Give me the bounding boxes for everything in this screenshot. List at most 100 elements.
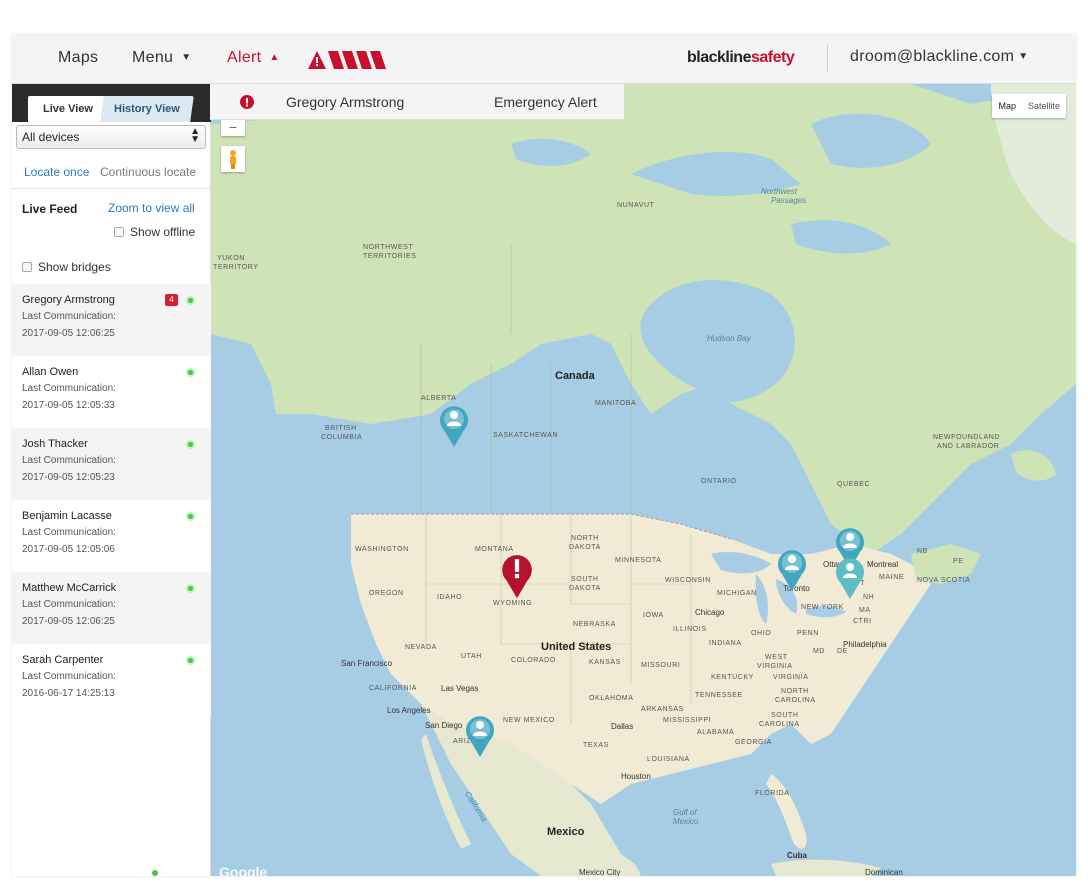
- tab-live-view[interactable]: Live View: [28, 96, 108, 122]
- map-label: CTRI: [853, 618, 872, 625]
- show-bridges-checkbox[interactable]: Show bridges: [22, 260, 111, 274]
- map-label: MANITOBA: [595, 400, 637, 407]
- feed-person-name: Sarah Carpenter: [22, 654, 104, 666]
- map-label: YUKON: [217, 255, 245, 262]
- feed-label: Last Communication:: [22, 311, 116, 322]
- map-label: VIRGINIA: [757, 663, 793, 670]
- feed-person-name: Allan Owen: [22, 366, 79, 378]
- nav-alert[interactable]: Alert ▲: [227, 49, 280, 67]
- feed-label: Last Communication:: [22, 671, 116, 682]
- map-label: CALIFORNIA: [369, 685, 418, 692]
- map-label: WISCONSIN: [665, 577, 711, 584]
- list-item[interactable]: Benjamin Lacasse Last Communication: 201…: [12, 500, 211, 572]
- feed-person-name: Gregory Armstrong: [22, 294, 115, 306]
- app-window: Maps Menu ▼ Alert ▲ blacklinesafety droom@…: [12, 34, 1076, 876]
- map-label: MA: [859, 607, 871, 614]
- status-online-icon: [152, 870, 158, 876]
- map-label: NEWFOUNDLAND: [933, 434, 1001, 441]
- map-label: NEVADA: [405, 644, 437, 651]
- list-item[interactable]: Gregory Armstrong Last Communication: 20…: [12, 284, 211, 356]
- device-select[interactable]: All devices ▲ ▼: [16, 125, 206, 149]
- person-marker-icon[interactable]: [463, 712, 497, 758]
- user-menu[interactable]: droom@blackline.com ▼: [850, 48, 1028, 66]
- zoom-to-view-all-link[interactable]: Zoom to view all: [108, 201, 195, 215]
- map-type-map-button[interactable]: Map: [992, 94, 1022, 118]
- map-label: INDIANA: [709, 640, 742, 647]
- feed-timestamp: 2017-09-05 12:06:25: [22, 616, 115, 627]
- map-label: VIRGINIA: [773, 674, 809, 681]
- map-label: SOUTH: [771, 712, 799, 719]
- map-label: ARKANSAS: [641, 706, 684, 713]
- show-offline-label: Show offline: [130, 225, 196, 239]
- status-online-icon: [186, 440, 195, 449]
- alert-dropdown[interactable]: Gregory Armstrong Emergency Alert: [210, 84, 624, 120]
- nav-maps[interactable]: Maps: [58, 49, 98, 67]
- map-label: TEXAS: [583, 742, 609, 749]
- map-label: ILLINOIS: [673, 626, 707, 633]
- person-marker-icon[interactable]: [775, 546, 809, 592]
- map-country-label: Mexico: [547, 826, 585, 838]
- status-online-icon: [186, 656, 195, 665]
- map-label: NEW YORK: [801, 604, 844, 611]
- feed-person-name: Matthew McCarrick: [22, 582, 117, 594]
- map-label: COLORADO: [511, 657, 556, 664]
- list-item[interactable]: Allan Owen Last Communication: 2017-09-0…: [12, 356, 211, 428]
- list-item[interactable]: Josh Thacker Last Communication: 2017-09…: [12, 428, 211, 500]
- divider: [12, 188, 211, 189]
- map-label: QUEBEC: [837, 481, 871, 488]
- map-label: SASKATCHEWAN: [493, 432, 559, 439]
- feed-timestamp: 2017-09-05 12:05:33: [22, 400, 115, 411]
- feed-person-name: Benjamin Lacasse: [22, 510, 112, 522]
- map-city-label: San Diego: [425, 721, 463, 730]
- locate-once-link[interactable]: Locate once: [24, 165, 89, 179]
- nav-maps-label: Maps: [58, 49, 99, 66]
- map-label: NUNAVUT: [617, 202, 655, 209]
- map-label: FLORIDA: [755, 790, 790, 797]
- nav-menu[interactable]: Menu ▼: [132, 49, 191, 67]
- map-label: WYOMING: [493, 600, 533, 607]
- live-feed-list: Gregory Armstrong Last Communication: 20…: [12, 284, 211, 716]
- checkbox-icon[interactable]: [22, 262, 32, 272]
- show-offline-checkbox[interactable]: Show offline: [114, 225, 195, 239]
- list-item[interactable]: Matthew McCarrick Last Communication: 20…: [12, 572, 211, 644]
- map-city-label: Las Vegas: [441, 684, 479, 693]
- map-label: NB: [917, 548, 928, 555]
- map-water-label: Hudson Bay: [707, 334, 751, 343]
- pegman-icon[interactable]: [221, 146, 245, 172]
- map-type-satellite-button[interactable]: Satellite: [1022, 94, 1066, 118]
- person-marker-icon[interactable]: [437, 402, 471, 448]
- map-label: WASHINGTON: [355, 546, 409, 553]
- map-label: UTAH: [461, 653, 482, 660]
- map-label: NORTH: [571, 535, 599, 542]
- tab-live-view-label: Live View: [43, 103, 93, 115]
- list-item[interactable]: Sarah Carpenter Last Communication: 2016…: [12, 644, 211, 716]
- continuous-locate-link[interactable]: Continuous locate: [100, 165, 196, 179]
- live-feed-title: Live Feed: [22, 202, 78, 216]
- map-city-label: Mexico City: [579, 868, 621, 876]
- map-label: OHIO: [751, 630, 772, 637]
- status-online-icon: [186, 512, 195, 521]
- map-canvas[interactable]: NUNAVUT NORTHWEST TERRITORIES YUKON TERR…: [211, 84, 1076, 876]
- map-label: IDAHO: [437, 594, 463, 601]
- map-country-label: Cuba: [787, 851, 807, 860]
- feed-timestamp: 2017-09-05 12:05:06: [22, 544, 115, 555]
- map-label: TERRITORY: [213, 264, 259, 271]
- tab-history-view-label: History View: [114, 103, 180, 115]
- checkbox-icon[interactable]: [114, 227, 124, 237]
- person-marker-icon[interactable]: [833, 554, 867, 600]
- map-label: MINNESOTA: [615, 557, 662, 564]
- zoom-out-button[interactable]: −: [221, 120, 245, 136]
- map-city-label: Chicago: [695, 608, 725, 617]
- map-water-label: Passages: [771, 196, 807, 205]
- map-label: CAROLINA: [775, 697, 816, 704]
- map-label: KENTUCKY: [711, 674, 754, 681]
- alert-type: Emergency Alert: [494, 94, 597, 110]
- map-label: COLUMBIA: [321, 434, 363, 441]
- tab-history-view[interactable]: History View: [100, 96, 194, 122]
- map-type-control[interactable]: Map Satellite: [992, 94, 1066, 118]
- map-label: OREGON: [369, 590, 404, 597]
- user-email: droom@blackline.com: [850, 48, 1015, 65]
- map-label: DAKOTA: [569, 585, 601, 592]
- alert-person-name[interactable]: Gregory Armstrong: [286, 94, 404, 110]
- emergency-marker-icon[interactable]: [499, 550, 535, 600]
